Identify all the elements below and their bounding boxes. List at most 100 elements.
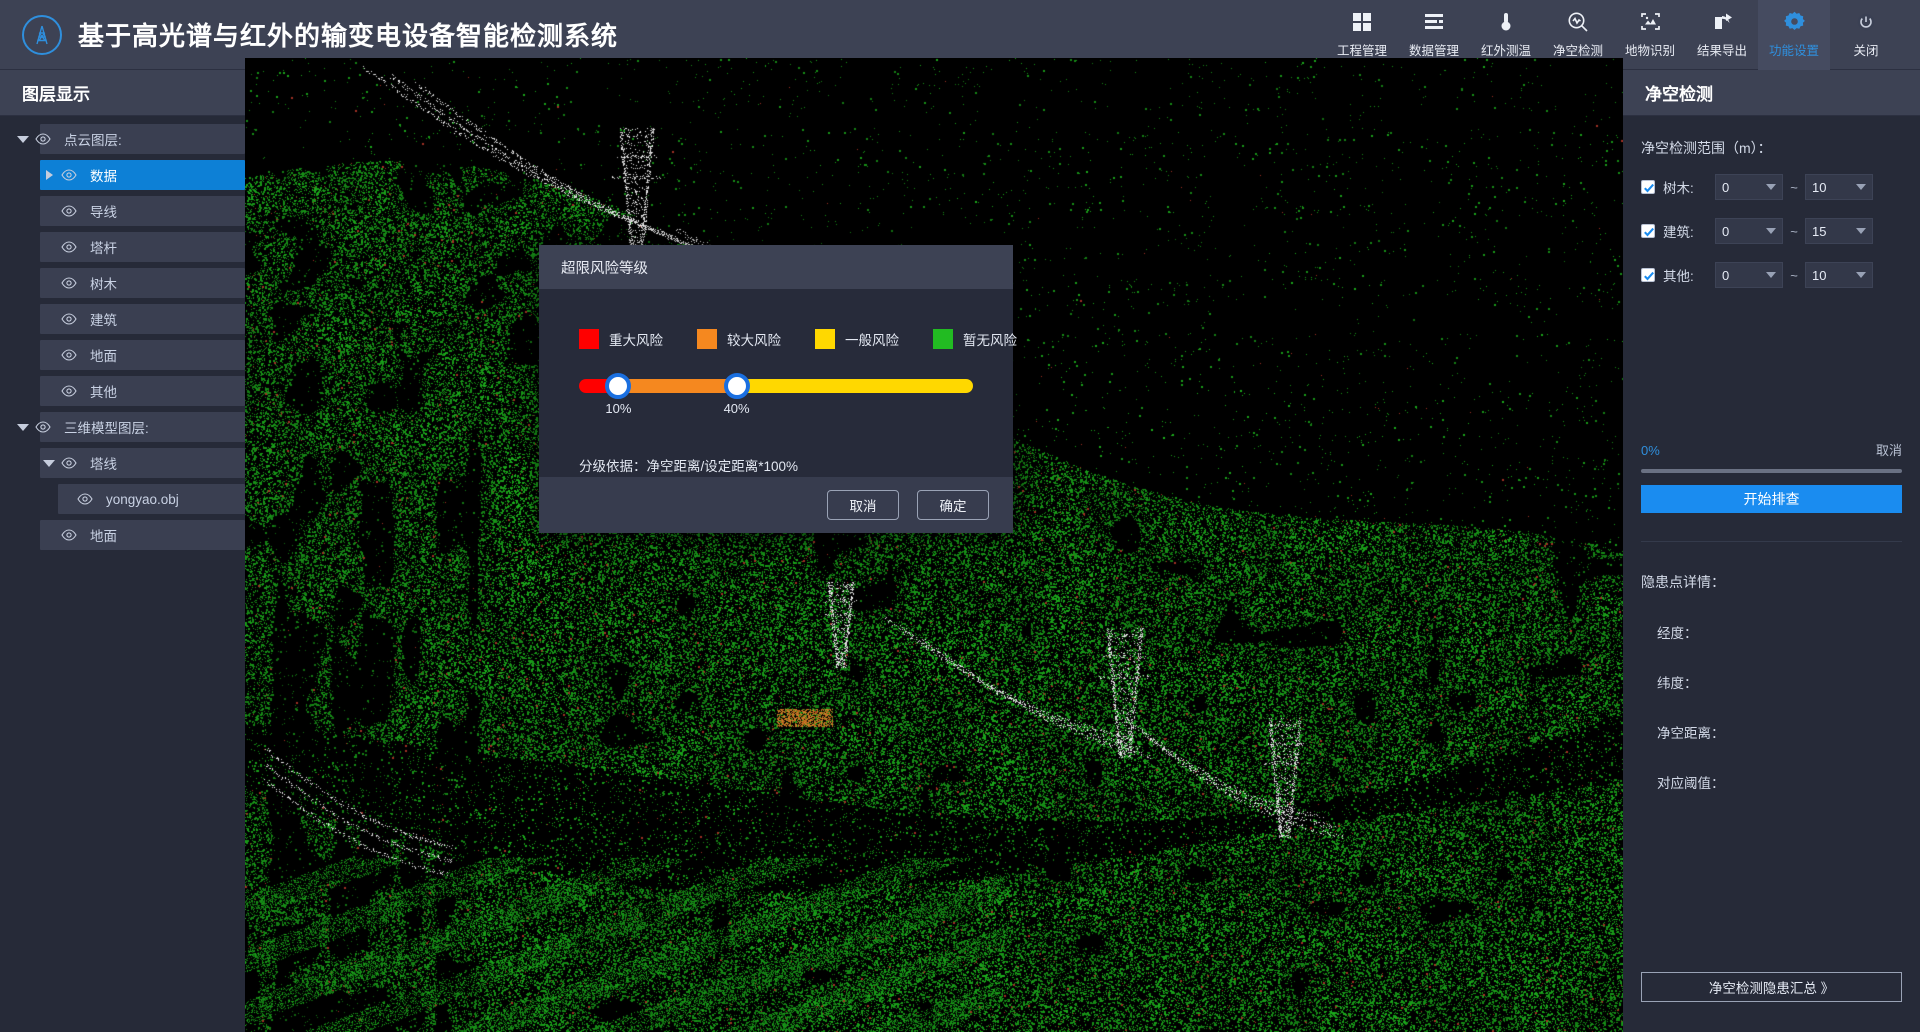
slider-tick-label: 40% [723, 401, 750, 416]
panel-divider [1641, 541, 1902, 542]
image-scan-icon [1640, 11, 1661, 33]
eye-icon[interactable] [58, 313, 80, 325]
risk-color-swatch [579, 329, 599, 349]
dialog-confirm-button[interactable]: 确定 [917, 490, 989, 520]
layer-tree-item[interactable]: 树木 [0, 268, 245, 298]
risk-legend-item: 重大风险 [579, 329, 663, 349]
range-max-select[interactable]: 15 [1805, 218, 1873, 244]
layer-tree-item[interactable]: 点云图层: [0, 124, 245, 154]
start-scan-button[interactable]: 开始排查 [1641, 485, 1902, 513]
point-cloud-canvas[interactable] [245, 58, 1623, 1032]
slider-handles [579, 373, 973, 399]
chevron-down-icon [1856, 272, 1866, 278]
layer-tree-item[interactable]: 地面 [0, 520, 245, 550]
slider-handle[interactable] [723, 373, 750, 399]
eye-icon[interactable] [32, 133, 54, 145]
nav-label: 关闭 [1853, 43, 1879, 58]
eye-icon[interactable] [58, 349, 80, 361]
hazard-summary-button[interactable]: 净空检测隐患汇总 》 [1641, 972, 1902, 1002]
layer-item-label: 三维模型图层: [64, 421, 149, 436]
range-max-select[interactable]: 10 [1805, 174, 1873, 200]
range-checkbox[interactable] [1641, 268, 1655, 282]
eye-icon[interactable] [74, 493, 96, 505]
eye-icon[interactable] [58, 529, 80, 541]
chevron-down-icon[interactable] [14, 423, 32, 431]
detail-threshold: 对应阈值： [1657, 776, 1725, 791]
clearance-range-row: 树木: 0 ~10 [1641, 172, 1902, 202]
risk-threshold-slider[interactable]: 10% 40% [561, 373, 991, 421]
select-value: 0 [1722, 223, 1730, 239]
eye-icon[interactable] [58, 241, 80, 253]
layer-tree-item[interactable]: 地面 [0, 340, 245, 370]
chevron-down-icon[interactable] [40, 459, 58, 467]
chevron-down-icon[interactable] [14, 135, 32, 143]
export-icon [1712, 11, 1733, 33]
detail-longitude: 经度： [1657, 626, 1698, 641]
risk-level-dialog: 超限风险等级 重大风险 较大风险 一般风险 暂无风险 10% 40% 分级依据：净空距离… [539, 245, 1017, 533]
nav-item-terrain-recognition[interactable]: 地物识别 [1614, 0, 1686, 70]
layer-item-label: yongyao.obj [106, 491, 179, 507]
nav-item-export-results[interactable]: 结果导出 [1686, 0, 1758, 70]
progress-percent: 0% [1641, 443, 1660, 458]
slider-handle[interactable] [605, 373, 632, 399]
progress-bar [1641, 469, 1902, 473]
eye-icon[interactable] [58, 205, 80, 217]
range-max-select[interactable]: 10 [1805, 262, 1873, 288]
chevron-down-icon [1766, 228, 1776, 234]
app-title: 基于高光谱与红外的输变电设备智能检测系统 [78, 21, 619, 51]
layer-item-label: 点云图层: [64, 133, 122, 148]
range-separator: ~ [1790, 223, 1798, 239]
range-separator: ~ [1790, 267, 1798, 283]
eye-icon[interactable] [58, 277, 80, 289]
layer-tree: 点云图层: 数据 导线 塔杆 树木 建筑 地面 其他 三维模型图层: 塔线 yongyao.obj 地… [0, 116, 245, 550]
layer-panel-title: 图层显示 [0, 70, 245, 116]
dialog-title: 超限风险等级 [539, 245, 1013, 289]
dialog-cancel-button[interactable]: 取消 [827, 490, 899, 520]
layer-tree-item[interactable]: 其他 [0, 376, 245, 406]
eye-icon[interactable] [58, 457, 80, 469]
risk-legend-item: 一般风险 [815, 329, 899, 349]
layer-tree-item[interactable]: 建筑 [0, 304, 245, 334]
eye-icon[interactable] [58, 169, 80, 181]
range-min-select[interactable]: 0 [1715, 174, 1783, 200]
clearance-panel: 净空检测 净空检测范围（m）： 树木: 0 ~10 建筑: 0 ~15 其他: 0 ~10 0%… [1623, 70, 1920, 1032]
layer-item-label: 导线 [90, 205, 117, 220]
clearance-panel-title: 净空检测 [1623, 70, 1920, 116]
detail-clearance-distance: 净空距离： [1657, 726, 1725, 741]
select-value: 15 [1812, 223, 1827, 239]
layer-tree-item[interactable]: 塔杆 [0, 232, 245, 262]
clearance-range-row: 建筑: 0 ~15 [1641, 216, 1902, 246]
layer-tree-item[interactable]: 三维模型图层: [0, 412, 245, 442]
grid-icon [1352, 11, 1372, 33]
cancel-scan-button[interactable]: 取消 [1876, 440, 1902, 459]
progress-header: 0% 取消 [1641, 440, 1902, 459]
range-label: 树木: [1663, 181, 1694, 196]
range-min-select[interactable]: 0 [1715, 262, 1783, 288]
range-min-select[interactable]: 0 [1715, 218, 1783, 244]
chevron-down-icon [1766, 272, 1776, 278]
range-checkbox[interactable] [1641, 180, 1655, 194]
layer-item-label: 树木 [90, 277, 117, 292]
layer-item-label: 塔杆 [90, 241, 117, 256]
eye-icon[interactable] [58, 385, 80, 397]
layer-tree-item[interactable]: 塔线 [0, 448, 245, 478]
range-separator: ~ [1790, 179, 1798, 195]
database-icon [1424, 11, 1444, 33]
nav-item-function-settings[interactable]: 功能设置 [1758, 0, 1830, 70]
clearance-range-row: 其他: 0 ~10 [1641, 260, 1902, 290]
layer-item-label: 建筑 [90, 313, 117, 328]
transmission-tower-icon [22, 14, 62, 55]
nav-label: 功能设置 [1768, 43, 1819, 58]
range-label: 其他: [1663, 269, 1694, 284]
eye-icon[interactable] [32, 421, 54, 433]
layer-panel: 图层显示 点云图层: 数据 导线 塔杆 树木 建筑 地面 其他 三维模型图层: 塔线 yongyao… [0, 70, 245, 1032]
layer-tree-item[interactable]: 导线 [0, 196, 245, 226]
point-cloud-viewport[interactable] [245, 58, 1623, 1032]
risk-legend-item: 较大风险 [697, 329, 781, 349]
range-checkbox[interactable] [1641, 224, 1655, 238]
layer-tree-item[interactable]: yongyao.obj [0, 484, 245, 514]
layer-tree-item[interactable]: 数据 [0, 160, 245, 190]
nav-item-close[interactable]: 关闭 [1830, 0, 1902, 70]
chevron-right-icon[interactable] [40, 170, 58, 180]
nav-label: 数据管理 [1408, 43, 1459, 58]
